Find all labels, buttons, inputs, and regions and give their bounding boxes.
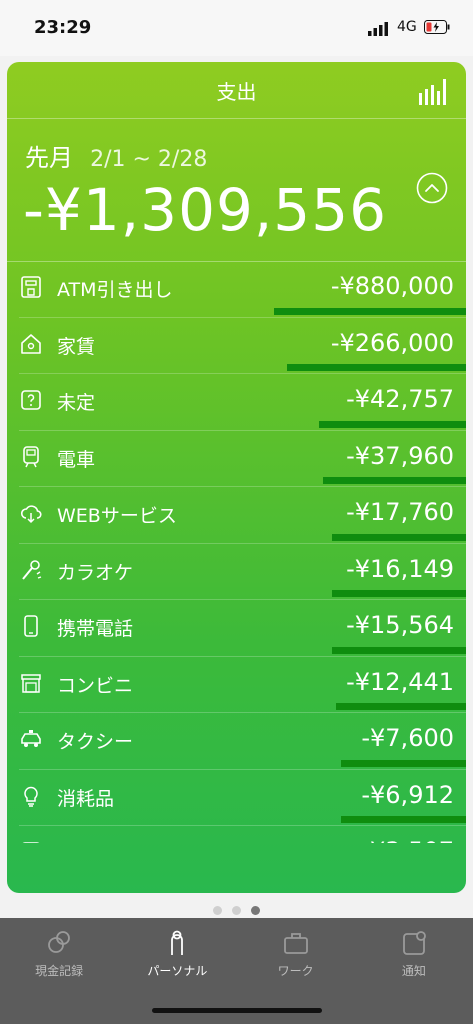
period-label: 先月 bbox=[25, 144, 73, 172]
card-title: 支出 bbox=[216, 80, 257, 104]
notification-icon bbox=[402, 931, 426, 955]
list-item[interactable]: 家賃 -¥266,000 bbox=[19, 318, 466, 374]
tab-person[interactable]: パーソナル bbox=[118, 918, 236, 998]
share-bar bbox=[331, 590, 466, 597]
phone-icon bbox=[24, 615, 38, 637]
share-bar bbox=[331, 646, 466, 654]
category-amount: -¥42,757 bbox=[346, 385, 454, 413]
house-icon bbox=[21, 333, 41, 354]
list-item[interactable]: 手数料 -¥3,507 bbox=[19, 826, 466, 843]
list-item[interactable]: カラオケ -¥16,149 bbox=[19, 544, 466, 600]
category-name: 消耗品 bbox=[57, 787, 115, 810]
tab-label: 現金記録 bbox=[35, 964, 84, 978]
bar-chart-icon[interactable] bbox=[418, 79, 448, 105]
expense-card: 支出 先月 2/1 ~ 2/28 -¥1,309,556 ATM引き出し -¥88… bbox=[7, 62, 466, 893]
period-range: 2/1 ~ 2/28 bbox=[90, 147, 208, 172]
category-name: 家賃 bbox=[57, 335, 96, 358]
category-amount: -¥880,000 bbox=[330, 272, 454, 300]
taxi-icon bbox=[21, 730, 41, 747]
category-amount: -¥3,507 bbox=[361, 837, 454, 843]
share-bar bbox=[331, 533, 466, 541]
category-name: 電車 bbox=[57, 448, 96, 471]
fee-icon bbox=[22, 842, 40, 843]
share-bar bbox=[318, 420, 466, 428]
category-amount: -¥6,912 bbox=[361, 780, 454, 809]
person-icon bbox=[171, 930, 184, 955]
category-name: 未定 bbox=[57, 392, 96, 414]
category-amount: -¥15,564 bbox=[346, 611, 454, 639]
expense-list: ATM引き出し -¥880,000 家賃 -¥266,000 未定 -¥42,757 電車 -… bbox=[7, 261, 466, 843]
divider bbox=[7, 118, 466, 119]
signal-icon bbox=[368, 22, 388, 36]
category-amount: -¥17,760 bbox=[346, 498, 454, 526]
list-item[interactable]: 携帯電話 -¥15,564 bbox=[19, 600, 466, 657]
list-item[interactable]: コンビニ -¥12,441 bbox=[19, 657, 466, 713]
list-item[interactable]: 電車 -¥37,960 bbox=[19, 431, 466, 487]
status-time: 23:29 bbox=[34, 17, 92, 38]
status-bar: 23:29 4G bbox=[0, 0, 473, 56]
page-indicator bbox=[0, 900, 473, 919]
category-name: タクシー bbox=[57, 731, 134, 753]
cloud-icon bbox=[20, 505, 42, 524]
list-item[interactable]: ATM引き出し -¥880,000 bbox=[19, 261, 466, 318]
microphone-icon bbox=[22, 559, 42, 580]
tab-label: パーソナル bbox=[147, 964, 208, 978]
category-name: 手数料 bbox=[57, 840, 114, 843]
store-icon bbox=[21, 673, 41, 693]
train-icon bbox=[23, 445, 39, 467]
page-dot[interactable] bbox=[213, 906, 222, 915]
tab-notification[interactable]: 通知 bbox=[355, 918, 473, 998]
category-amount: -¥37,960 bbox=[346, 441, 454, 470]
category-name: ATM引き出し bbox=[57, 279, 173, 301]
collapse-icon[interactable] bbox=[416, 172, 448, 204]
period: 先月 2/1 ~ 2/28 bbox=[25, 138, 207, 173]
tab-label: ワーク bbox=[277, 964, 314, 978]
category-name: コンビニ bbox=[57, 674, 134, 697]
total-amount: -¥1,309,556 bbox=[23, 176, 388, 244]
share-bar bbox=[340, 759, 466, 767]
question-icon bbox=[21, 390, 41, 410]
tab-coins[interactable]: 現金記録 bbox=[0, 918, 118, 998]
category-amount: -¥16,149 bbox=[346, 554, 454, 583]
share-bar bbox=[273, 307, 466, 315]
category-amount: -¥7,600 bbox=[361, 724, 454, 752]
share-bar bbox=[340, 816, 466, 823]
category-amount: -¥12,441 bbox=[346, 667, 454, 696]
home-indicator bbox=[152, 1008, 322, 1013]
list-item[interactable]: 未定 -¥42,757 bbox=[19, 374, 466, 431]
list-item[interactable]: WEBサービス -¥17,760 bbox=[19, 487, 466, 544]
atm-icon bbox=[21, 276, 41, 298]
card-header: 支出 bbox=[7, 62, 466, 118]
share-bar bbox=[287, 364, 466, 371]
page-dot[interactable] bbox=[232, 906, 241, 915]
category-name: WEBサービス bbox=[57, 505, 177, 527]
category-name: カラオケ bbox=[57, 561, 134, 584]
list-item[interactable]: タクシー -¥7,600 bbox=[19, 713, 466, 770]
tab-briefcase[interactable]: ワーク bbox=[237, 918, 355, 998]
network-type: 4G bbox=[397, 19, 417, 35]
share-bar bbox=[336, 703, 466, 710]
share-bar bbox=[322, 477, 466, 484]
lightbulb-icon bbox=[24, 786, 38, 807]
battery-icon bbox=[424, 20, 450, 34]
tab-label: 通知 bbox=[401, 964, 426, 978]
briefcase-icon bbox=[283, 933, 308, 954]
category-name: 携帯電話 bbox=[57, 618, 134, 640]
category-amount: -¥266,000 bbox=[330, 328, 454, 357]
page-dot[interactable] bbox=[251, 906, 260, 915]
list-item[interactable]: 消耗品 -¥6,912 bbox=[19, 770, 466, 826]
coins-icon bbox=[48, 931, 71, 953]
